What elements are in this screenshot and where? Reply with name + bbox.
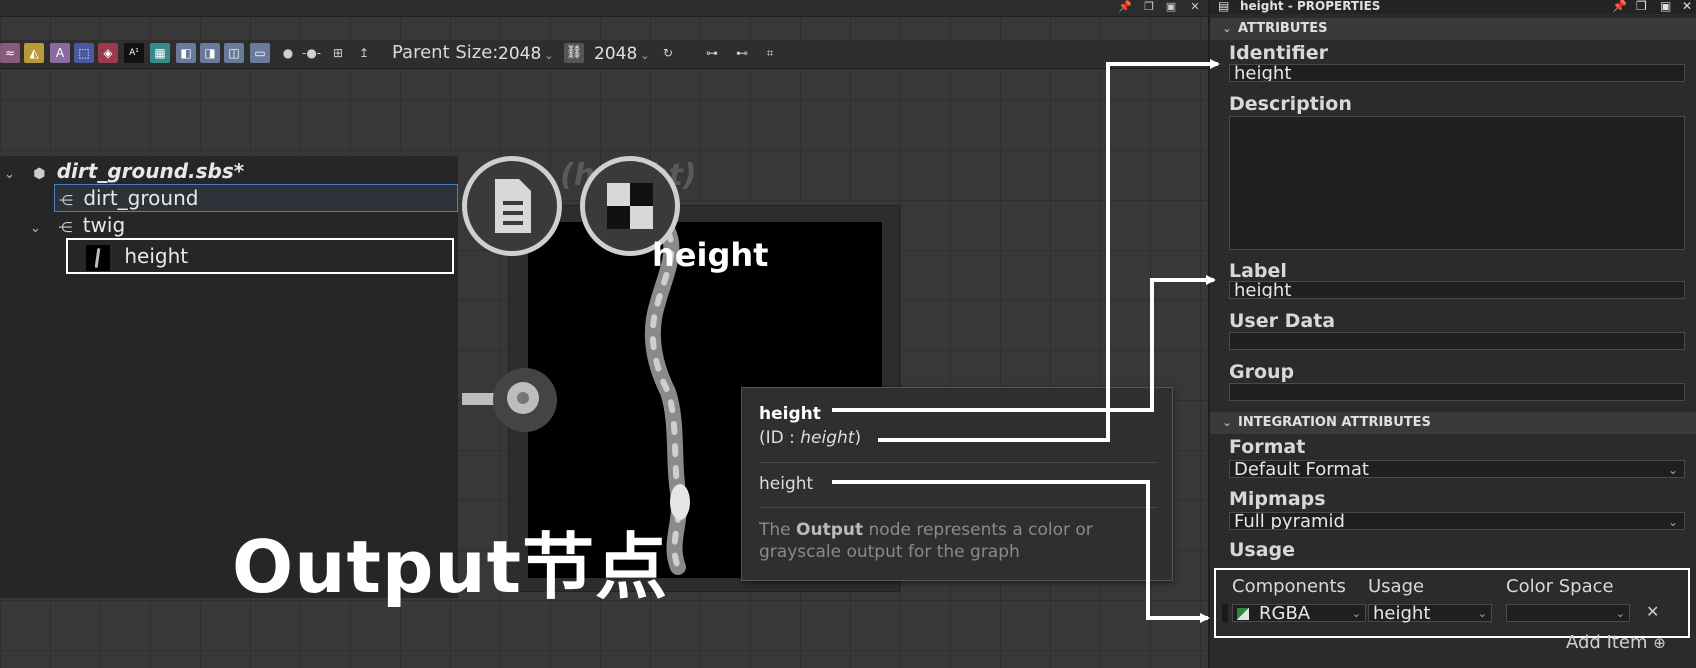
annotation-arrows	[832, 59, 1220, 623]
arrow-identifier	[878, 59, 1220, 442]
arrow-usage	[832, 480, 1210, 623]
arrow-label	[832, 275, 1216, 412]
